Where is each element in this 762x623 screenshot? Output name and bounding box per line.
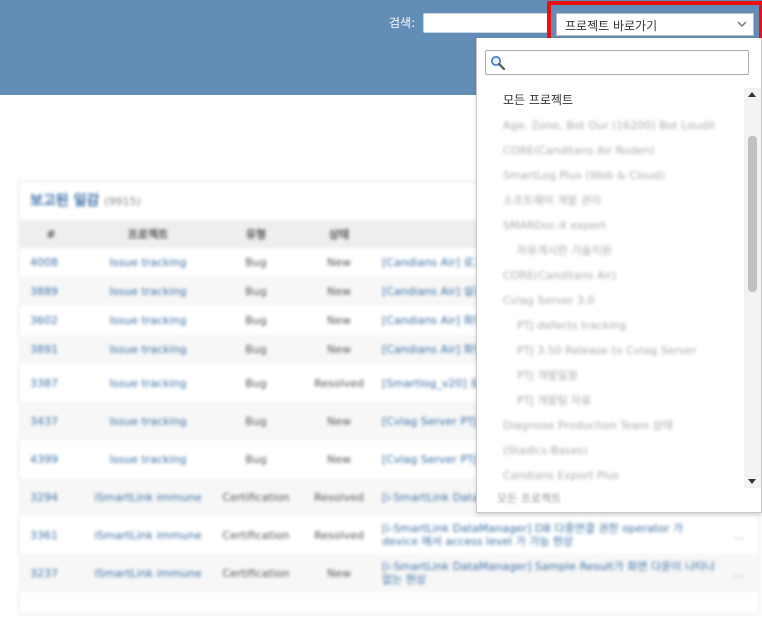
- issue-number-link[interactable]: 3889: [18, 277, 84, 306]
- issue-status: New: [300, 277, 378, 306]
- scrollbar-thumb[interactable]: [748, 136, 757, 292]
- issue-project-link[interactable]: iSmartLink immune: [84, 554, 212, 592]
- dropdown-item[interactable]: Candians Export Plus: [477, 463, 743, 488]
- issue-type: Bug: [245, 256, 267, 269]
- issue-subject-link[interactable]: [i-SmartLink DataManager] Sample Result가…: [378, 554, 720, 592]
- issue-project-link[interactable]: iSmartLink immune: [84, 516, 212, 554]
- issue-project-link[interactable]: Issue tracking: [84, 248, 212, 277]
- issue-status: Resolved: [300, 478, 378, 516]
- issue-number-link[interactable]: 3294: [18, 478, 84, 516]
- issue-type: Certification: [212, 478, 300, 516]
- dropdown-list: 모든 프로젝트 Age, Zone, Bot Our (16200) Bot Lo…: [477, 88, 743, 488]
- dropdown-item[interactable]: PTJ defects tracking: [477, 313, 743, 338]
- col-header-number[interactable]: #: [18, 220, 84, 248]
- header-edge: [0, 95, 350, 105]
- dropdown-item[interactable]: Diagnose Production Team 상태: [477, 413, 743, 438]
- issue-status: New: [327, 452, 351, 466]
- issue-project-link[interactable]: Issue tracking: [84, 364, 212, 402]
- issue-project-link[interactable]: Issue tracking: [84, 335, 212, 364]
- search-label: 검색:: [389, 16, 416, 30]
- issue-number-link[interactable]: 3891: [18, 335, 84, 364]
- dropdown-item[interactable]: Age, Zone, Bot Our (16200) Bot Loudit: [477, 113, 743, 138]
- dropdown-item[interactable]: 자유게시판 기술지원: [477, 238, 743, 263]
- search-input[interactable]: [423, 13, 549, 33]
- dropdown-item[interactable]: PTJ 개발일정: [477, 363, 743, 388]
- issue-project-link[interactable]: Issue tracking: [84, 306, 212, 335]
- dropdown-scrollbar[interactable]: [744, 88, 761, 488]
- chevron-down-icon: [737, 21, 747, 28]
- dropdown-item[interactable]: PTJ 개발팀 자료: [477, 388, 743, 413]
- issue-type: Certification: [212, 554, 300, 592]
- col-header-project[interactable]: 프로젝트: [84, 220, 212, 248]
- dropdown-item[interactable]: SMARDoc-X expert: [477, 213, 743, 238]
- dropdown-item[interactable]: PTJ 3.50 Release to Cvlag Server: [477, 338, 743, 363]
- search-icon: [491, 56, 506, 71]
- issue-type: Bug: [245, 452, 267, 466]
- issue-type: Certification: [222, 528, 290, 542]
- issue-number-link[interactable]: 4008: [18, 248, 84, 277]
- panel-title: 보고된 일감 (9915): [30, 190, 141, 210]
- dropdown-item[interactable]: CORE(Canditans Air): [477, 263, 743, 288]
- issue-type: Bug: [212, 335, 300, 364]
- issue-project-link[interactable]: Issue tracking: [84, 277, 212, 306]
- col-header-type[interactable]: 유형: [212, 220, 300, 248]
- issue-status: New: [327, 256, 351, 269]
- panel-title-text: 보고된 일감: [30, 193, 100, 209]
- project-jump-label: 프로젝트 바로가기: [565, 19, 658, 33]
- issue-type: Bug: [245, 376, 267, 390]
- scroll-up-icon[interactable]: [748, 92, 756, 97]
- issue-number-link[interactable]: 3361: [18, 516, 84, 554]
- scroll-down-icon[interactable]: [748, 479, 756, 484]
- issue-status: New: [327, 314, 351, 327]
- issue-status: New: [300, 402, 378, 440]
- issue-type: Bug: [245, 314, 267, 327]
- panel-count: (9915): [104, 195, 141, 208]
- issue-project-link[interactable]: iSmartLink immune: [84, 478, 212, 516]
- dropdown-item[interactable]: (Stadics-Bases): [477, 438, 743, 463]
- issue-number-link[interactable]: 3387: [18, 364, 84, 402]
- project-jump-select[interactable]: 프로젝트 바로가기: [556, 13, 754, 36]
- table-row[interactable]: 3361 iSmartLink immune Certification Resolv…: [18, 516, 758, 554]
- issue-subject-link[interactable]: [i-SmartLink DataManager] DB 다중연결 권한 ope…: [378, 516, 720, 554]
- table-row[interactable]: 3237 iSmartLink immune Certification New [i-…: [18, 554, 758, 592]
- dropdown-item[interactable]: 소프트웨어 개발 관리: [477, 188, 743, 213]
- dropdown-footer: 모든 프로젝트: [497, 492, 562, 505]
- dropdown-search-field[interactable]: [485, 50, 749, 75]
- issue-project-link[interactable]: Issue tracking: [84, 402, 212, 440]
- issue-number-link[interactable]: 3602: [18, 306, 84, 335]
- issue-status: New: [300, 554, 378, 592]
- project-dropdown: 모든 프로젝트 Age, Zone, Bot Our (16200) Bot Lo…: [476, 38, 762, 513]
- issue-type: Bug: [212, 402, 300, 440]
- dropdown-item[interactable]: CORE(Canditans Air Roden): [477, 138, 743, 163]
- row-actions-icon[interactable]: …: [720, 516, 758, 554]
- issue-number-link[interactable]: 3237: [18, 554, 84, 592]
- dropdown-item[interactable]: 모든 프로젝트: [477, 88, 743, 113]
- dropdown-item[interactable]: SmartLog Plus (Web & Cloud): [477, 163, 743, 188]
- dropdown-item[interactable]: Cvlag Server 3.0: [477, 288, 743, 313]
- issue-status: Resolved: [314, 376, 364, 390]
- issue-number-link[interactable]: 3437: [18, 402, 84, 440]
- col-header-status[interactable]: 상태: [300, 220, 378, 248]
- row-actions-icon[interactable]: …: [720, 554, 758, 592]
- issue-project-link[interactable]: Issue tracking: [84, 440, 212, 478]
- issue-number-link[interactable]: 4399: [18, 440, 84, 478]
- issue-status: New: [300, 335, 378, 364]
- issue-type: Bug: [212, 277, 300, 306]
- issue-status: Resolved: [314, 528, 364, 542]
